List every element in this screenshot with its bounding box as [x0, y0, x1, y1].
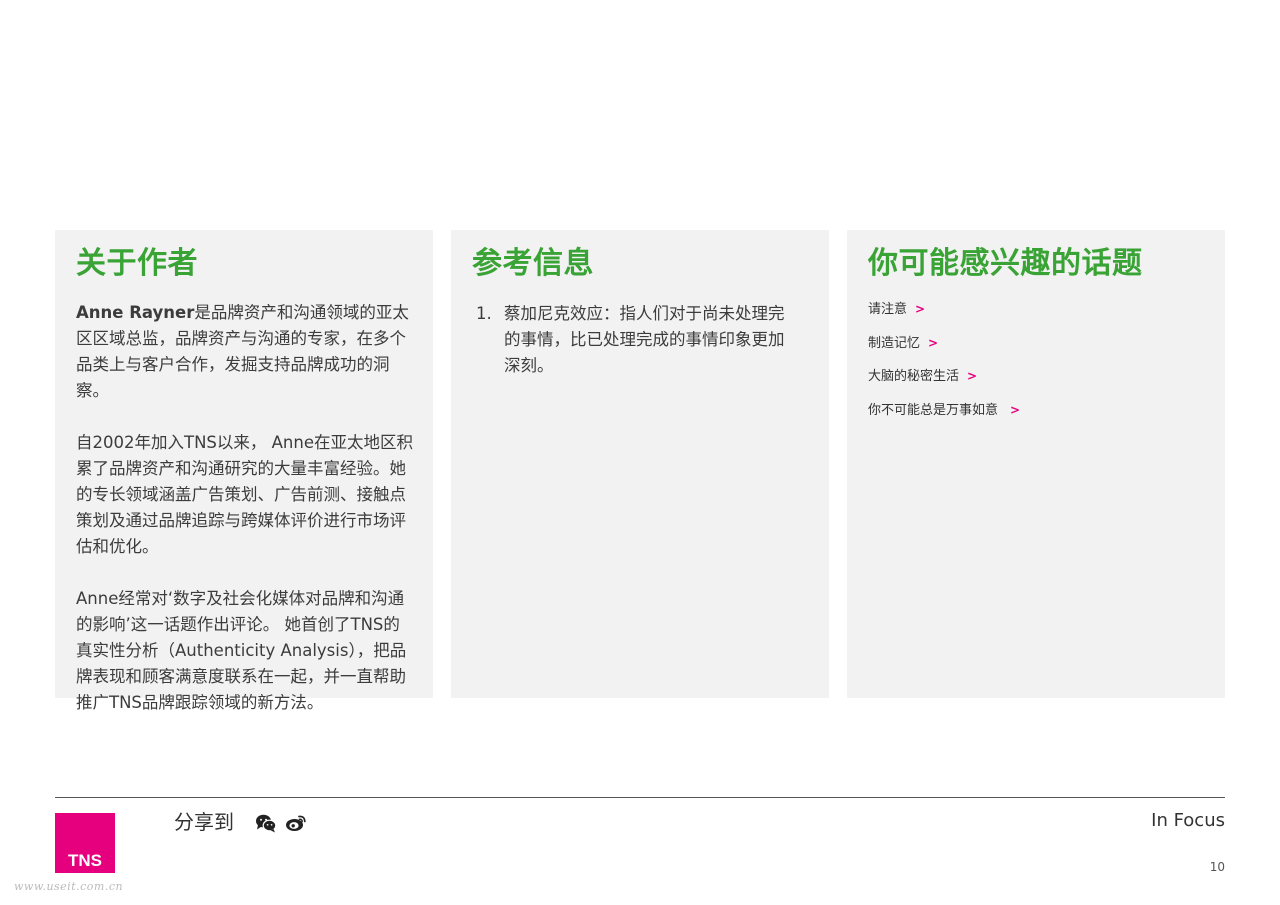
section-name: In Focus — [1151, 810, 1225, 831]
watermark: www.useit.com.cn — [14, 880, 124, 893]
references-panel: 参考信息 1. 蔡加尼克效应：指人们对于尚未处理完的事情，比已处理完成的事情印象… — [451, 230, 829, 698]
related-topics-panel: 你可能感兴趣的话题 请注意 > 制造记忆 > 大脑的秘密生活 > 你不可能总是万事如意… — [847, 230, 1225, 698]
footer-divider — [55, 797, 1225, 798]
tns-logo: TNS — [55, 813, 115, 873]
about-paragraph-2: 自2002年加入TNS以来， Anne在亚太地区积累了品牌资产和沟通研究的大量丰… — [76, 433, 413, 556]
share-label: 分享到 — [174, 810, 234, 834]
topic-label: 请注意 — [868, 302, 908, 317]
topic-link-attention[interactable]: 请注意 > — [868, 300, 1205, 318]
chevron-right-icon: > — [967, 369, 978, 383]
author-name: Anne Rayner — [76, 303, 195, 322]
wechat-icon[interactable] — [255, 813, 277, 833]
references-list: 1. 蔡加尼克效应：指人们对于尚未处理完的事情，比已处理完成的事情印象更加深刻。 — [472, 301, 809, 379]
topic-label: 你不可能总是万事如意 — [868, 402, 999, 418]
reference-item: 1. 蔡加尼克效应：指人们对于尚未处理完的事情，比已处理完成的事情印象更加深刻。 — [472, 301, 809, 379]
weibo-icon[interactable] — [285, 813, 307, 833]
topic-label: 制造记忆 — [868, 335, 921, 351]
reference-number: 1. — [476, 304, 492, 323]
about-author-panel: 关于作者 Anne Rayner是品牌资产和沟通领域的亚太区区域总监，品牌资产与… — [55, 230, 433, 712]
about-paragraph-3: Anne经常对‘数字及社会化媒体对品牌和沟通的影响’这一话题作出评论。 她首创了… — [76, 589, 407, 712]
topic-label: 大脑的秘密生活 — [868, 369, 960, 384]
chevron-right-icon: > — [928, 335, 939, 350]
related-topics-title: 你可能感兴趣的话题 — [868, 246, 1143, 281]
page-number: 10 — [1209, 860, 1225, 874]
topic-link-cant-always-get-what-you-want[interactable]: 你不可能总是万事如意 > — [868, 401, 1205, 419]
about-paragraph-1: Anne Rayner是品牌资产和沟通领域的亚太区区域总监，品牌资产与沟通的专家… — [76, 300, 413, 404]
chevron-right-icon: > — [915, 302, 926, 316]
topic-link-making-memories[interactable]: 制造记忆 > — [868, 334, 1205, 352]
related-topics-list: 请注意 > 制造记忆 > 大脑的秘密生活 > 你不可能总是万事如意 > — [868, 300, 1205, 419]
tns-logo-text: TNS — [68, 851, 102, 870]
references-title: 参考信息 — [472, 246, 594, 281]
about-author-title: 关于作者 — [76, 246, 198, 281]
chevron-right-icon: > — [1010, 402, 1021, 417]
reference-text: 蔡加尼克效应：指人们对于尚未处理完的事情，比已处理完成的事情印象更加深刻。 — [504, 304, 785, 375]
topic-link-secret-life-of-brain[interactable]: 大脑的秘密生活 > — [868, 367, 1205, 385]
